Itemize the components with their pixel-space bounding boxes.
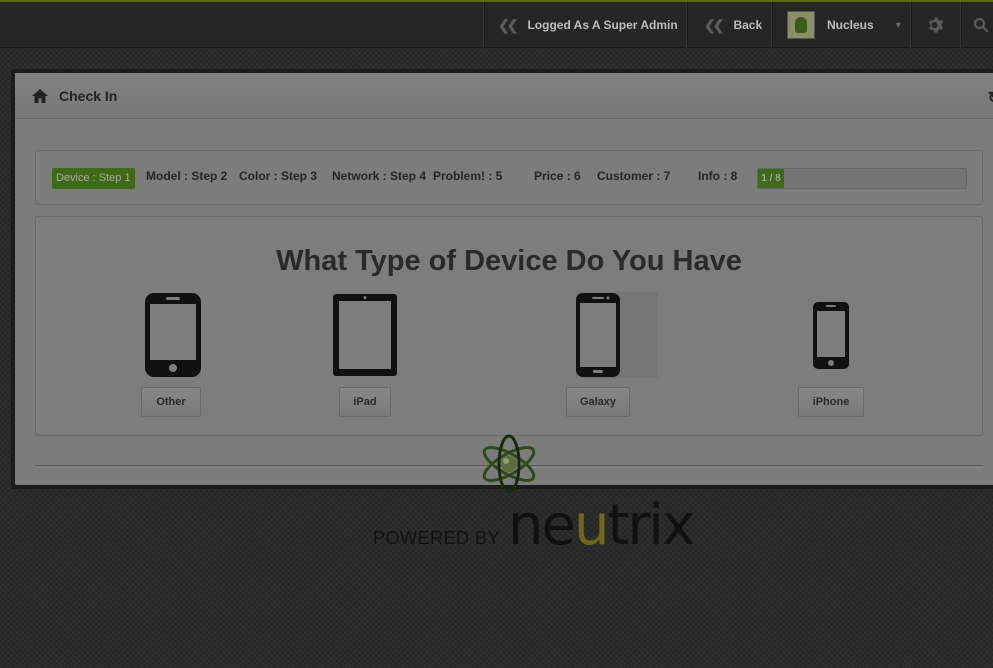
search-button[interactable] [960,2,993,48]
panel-header: Check In ↻ [15,73,993,119]
device-button-iphone[interactable]: iPhone [798,387,864,417]
iphone-icon[interactable] [812,301,850,370]
avatar [787,11,815,39]
device-selection: What Type of Device Do You Have Other iP… [35,216,983,436]
super-admin-label: Logged As A Super Admin [527,18,678,32]
progress-fill: 1 / 8 [758,169,784,188]
device-button-other[interactable]: Other [141,387,201,417]
brand-part-trix: trix [607,493,695,558]
top-navbar: ❮❮ Logged As A Super Admin ❮❮ Back Nucle… [0,0,993,48]
step-model[interactable]: Model : Step 2 [146,169,227,183]
android-phone-icon[interactable] [575,292,621,378]
powered-by-text: POWERED BY [373,528,501,548]
wizard-steps: Device : Step 1 Model : Step 2 Color : S… [35,150,983,205]
search-icon [973,17,989,33]
double-chevron-left-icon: ❮❮ [498,16,519,33]
chevron-down-icon: ▼ [893,20,903,30]
device-button-ipad[interactable]: iPad [339,387,391,417]
settings-button[interactable] [910,2,960,48]
home-icon [32,88,48,103]
user-name: Nucleus [827,18,874,32]
step-color[interactable]: Color : Step 3 [239,169,317,183]
step-customer[interactable]: Customer : 7 [597,169,670,183]
double-chevron-left-icon: ❮❮ [704,16,725,33]
check-in-panel: Check In ↻ Device : Step 1 Model : Step … [11,69,993,489]
back-button[interactable]: ❮❮ Back [686,2,771,48]
step-info[interactable]: Info : 8 [698,169,737,183]
step-network[interactable]: Network : Step 4 [332,169,426,183]
brand-logo: neutrix [508,493,695,558]
page-title: Check In [59,87,118,104]
device-heading: What Type of Device Do You Have [276,245,742,277]
device-button-galaxy[interactable]: Galaxy [566,387,630,417]
gear-icon [928,17,943,33]
step-device[interactable]: Device : Step 1 [52,168,135,189]
back-label: Back [733,18,763,32]
step-problem[interactable]: Problem! : 5 [433,169,502,183]
step-price[interactable]: Price : 6 [534,169,581,183]
brand-part-u: u [573,493,609,558]
super-admin-link[interactable]: ❮❮ Logged As A Super Admin [483,2,686,48]
atom-logo-icon [482,434,536,494]
brand-part-ne: ne [508,493,576,558]
refresh-icon[interactable]: ↻ [988,88,993,108]
phone-icon[interactable] [144,292,202,378]
progress-bar: 1 / 8 [757,168,967,189]
tablet-icon[interactable] [332,293,398,377]
panel-body: Check In ↻ Device : Step 1 Model : Step … [15,73,993,485]
user-menu[interactable]: Nucleus ▼ [771,2,910,48]
